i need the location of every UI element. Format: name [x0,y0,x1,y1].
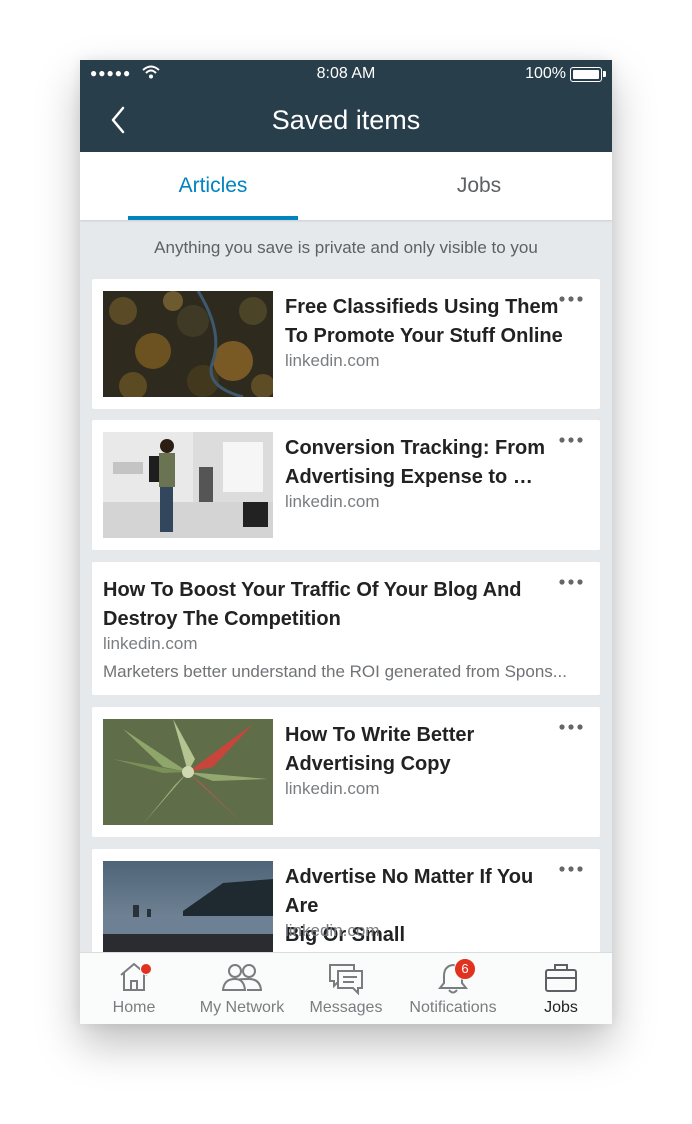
article-source: linkedin.com [103,634,198,653]
nav-label-notifications: Notifications [409,999,497,1016]
status-bar: ●●●●● 8:08 AM 100% [80,60,612,88]
nav-my-network[interactable]: My Network [188,953,296,1024]
tab-articles[interactable]: Articles [80,174,346,198]
nav-label-jobs: Jobs [544,999,578,1016]
nav-jobs[interactable]: Jobs [510,953,612,1024]
article-thumbnail [103,432,273,538]
article-description: Marketers better understand the ROI gene… [103,662,567,681]
nav-label-my-network: My Network [199,999,285,1016]
article-source: linkedin.com [285,492,380,511]
article-source: linkedin.com [285,921,380,940]
article-thumbnail [103,291,273,397]
privacy-notice: Anything you save is private and only vi… [154,238,538,257]
article-title: Free Classifieds Using Them To Promote Yo… [285,296,563,347]
saved-article-card[interactable]: Free Classifieds Using Them To Promote Yo… [92,279,600,409]
phone-screen: ●●●●● 8:08 AM 100% Saved items Articles … [80,60,612,1024]
bottom-navigation: Home My Network Messages 6 Notifications… [80,952,612,1024]
battery-icon [570,67,606,82]
more-options-icon[interactable] [558,865,584,873]
navigation-bar: Saved items [80,88,612,152]
tab-bar: Articles Jobs [80,152,612,220]
article-source: linkedin.com [285,351,380,370]
more-options-icon[interactable] [558,578,584,586]
saved-article-card[interactable]: How To Write Better Advertising Copy link… [92,707,600,837]
briefcase-icon [545,964,577,992]
nav-label-messages: Messages [309,999,383,1016]
saved-article-card[interactable]: Conversion Tracking: From Advertising Exp… [92,420,600,550]
tab-jobs[interactable]: Jobs [346,174,612,198]
nav-label-home: Home [112,999,156,1016]
more-options-icon[interactable] [558,723,584,731]
notifications-badge: 6 [454,958,476,980]
more-options-icon[interactable] [558,295,584,303]
more-options-icon[interactable] [558,436,584,444]
nav-messages[interactable]: Messages [296,953,396,1024]
article-source: linkedin.com [285,779,380,798]
saved-article-card[interactable]: How To Boost Your Traffic Of Your Blog A… [92,562,600,695]
article-title: How To Write Better Advertising Copy [285,724,475,775]
messages-icon [329,964,363,995]
active-tab-indicator [128,216,298,220]
article-title: Conversion Tracking: From Advertising Exp… [285,437,546,488]
page-title: Saved items [271,105,421,135]
article-title: How To Boost Your Traffic Of Your Blog A… [103,579,522,630]
nav-notifications[interactable]: 6 Notifications [396,953,510,1024]
home-notification-dot [140,963,152,975]
battery-percent: 100% [525,65,566,82]
article-thumbnail [103,719,273,825]
network-icon [221,964,263,991]
nav-home[interactable]: Home [80,953,188,1024]
